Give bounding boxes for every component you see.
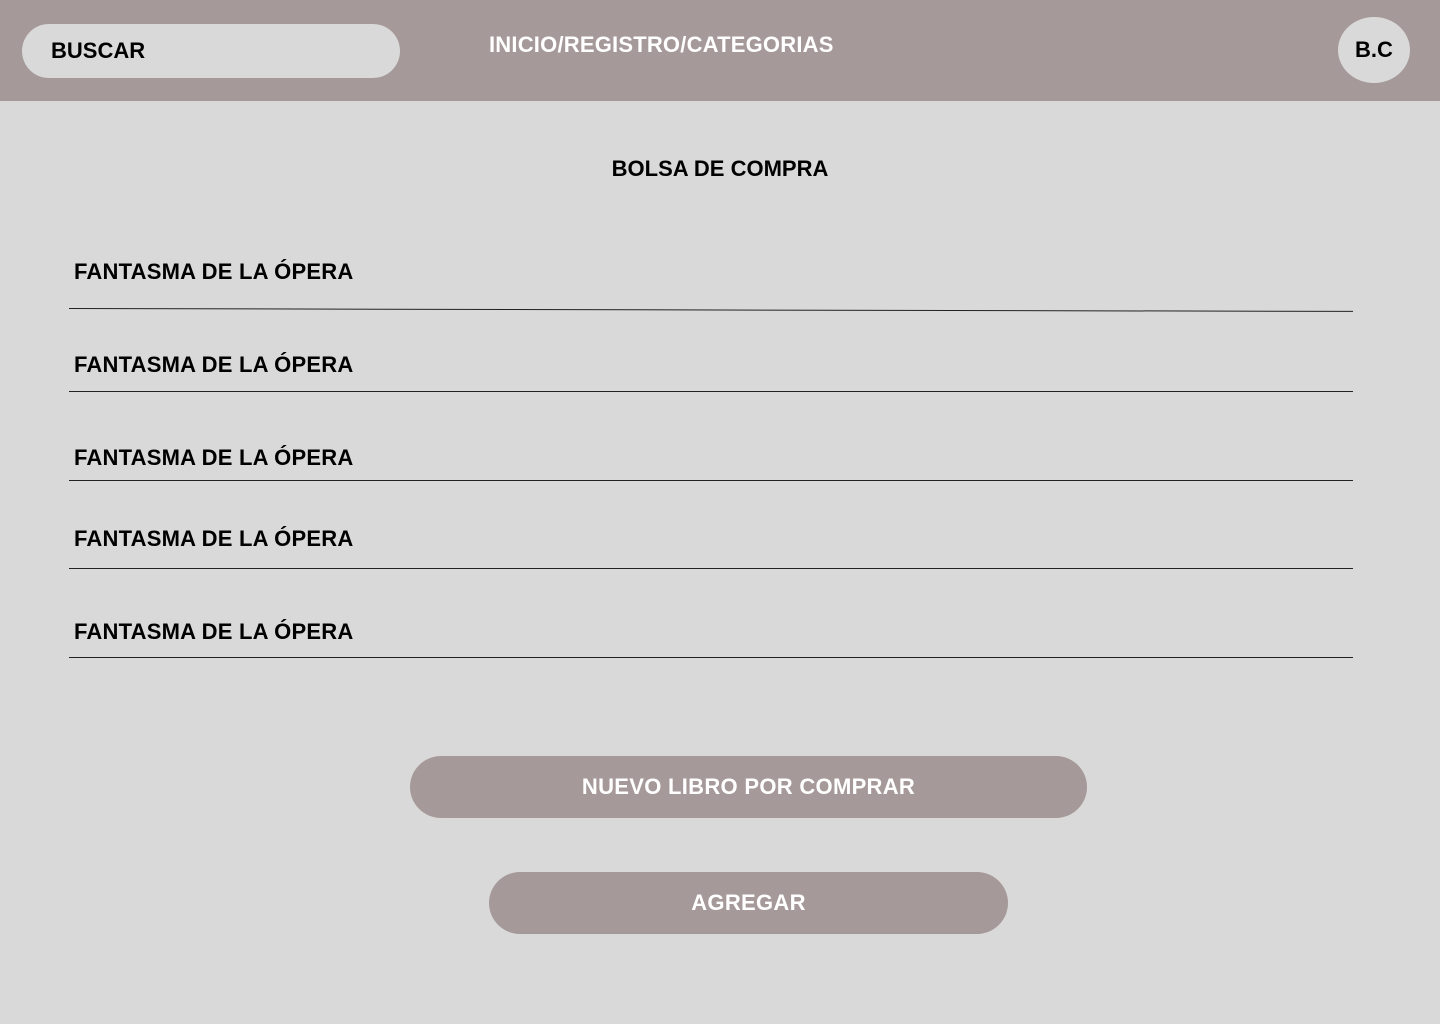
breadcrumb-nav: INICIO/REGISTRO/CATEGORIAS <box>489 32 834 58</box>
page-title: BOLSA DE COMPRA <box>611 156 829 181</box>
item-divider <box>69 568 1353 569</box>
search-input[interactable]: BUSCAR <box>22 24 400 78</box>
cart-item[interactable]: FANTASMA DE LA ÓPERA <box>74 619 353 645</box>
nav-link-registro[interactable]: REGISTRO <box>564 32 681 57</box>
search-label: BUSCAR <box>51 38 146 63</box>
new-book-button-label: NUEVO LIBRO POR COMPRAR <box>581 774 916 799</box>
add-button[interactable]: AGREGAR <box>489 872 1008 934</box>
nav-link-categorias[interactable]: CATEGORIAS <box>687 32 834 57</box>
avatar[interactable]: B.C <box>1338 17 1410 83</box>
new-book-button[interactable]: NUEVO LIBRO POR COMPRAR <box>410 756 1087 818</box>
item-divider <box>68 308 1353 312</box>
add-button-label: AGREGAR <box>691 890 806 915</box>
item-divider <box>69 657 1353 658</box>
cart-item[interactable]: FANTASMA DE LA ÓPERA <box>74 526 353 552</box>
nav-link-inicio[interactable]: INICIO <box>489 32 557 57</box>
item-divider <box>69 391 1353 392</box>
item-divider <box>69 480 1353 481</box>
top-bar: BUSCAR INICIO/REGISTRO/CATEGORIAS B.C <box>0 0 1440 101</box>
cart-item[interactable]: FANTASMA DE LA ÓPERA <box>74 259 353 285</box>
avatar-initials: B.C <box>1355 37 1393 62</box>
cart-item[interactable]: FANTASMA DE LA ÓPERA <box>74 445 353 471</box>
cart-item[interactable]: FANTASMA DE LA ÓPERA <box>74 352 353 378</box>
